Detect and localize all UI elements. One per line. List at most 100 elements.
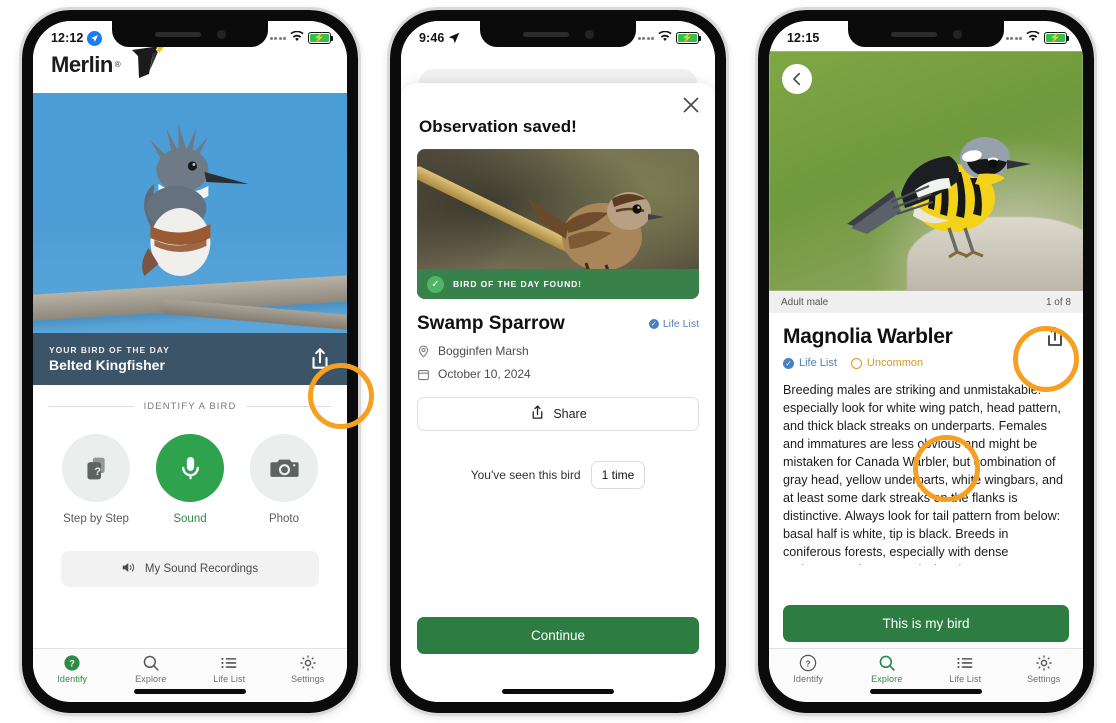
tab-life-list[interactable]: Life List [926, 649, 1005, 688]
battery-charging-icon: ⚡ [1044, 32, 1070, 44]
tab-label: Settings [1027, 673, 1061, 684]
seen-count-value[interactable]: 1 time [590, 461, 646, 489]
gear-icon [1035, 654, 1053, 672]
divider-line-left [49, 406, 134, 407]
share-label: Share [553, 407, 587, 421]
seen-count-row: You've seen this bird 1 time [417, 461, 699, 489]
close-icon[interactable] [681, 95, 701, 115]
my-sound-recordings-button[interactable]: My Sound Recordings [61, 551, 319, 587]
bird-of-the-day-banner: YOUR BIRD OF THE DAY Belted Kingfisher [33, 333, 347, 385]
tab-life-list[interactable]: Life List [190, 649, 269, 688]
microphone-icon [156, 434, 224, 502]
wifi-icon [658, 30, 672, 45]
check-circle-icon: ✓ [648, 319, 659, 329]
cellular-dots-icon [1005, 36, 1022, 40]
tab-label: Settings [291, 673, 325, 684]
search-icon [142, 654, 160, 672]
phone-3-screen: 12:15 ⚡ Adult male 1 of 8 Magnolia Warbl… [769, 21, 1083, 702]
bird-of-the-day-name: Belted Kingfisher [49, 357, 165, 373]
calendar-icon [417, 368, 430, 381]
check-circle-icon: ✓ [783, 357, 794, 369]
belted-kingfisher-illustration [114, 122, 254, 297]
my-sound-recordings-label: My Sound Recordings [144, 563, 259, 575]
notch [112, 21, 268, 47]
wifi-icon [290, 30, 304, 45]
divider-line-right [246, 406, 331, 407]
check-circle-icon: ✓ [427, 275, 444, 293]
observation-date: October 10, 2024 [438, 367, 531, 381]
tab-label: Life List [213, 673, 246, 684]
share-icon[interactable] [1043, 325, 1067, 349]
phone-1-screen: 12:12 ⚡ Merlin ® YOUR BIRD OF THE DAY Be… [33, 21, 347, 702]
gear-icon [299, 654, 317, 672]
svg-text:?: ? [94, 465, 101, 477]
search-icon [878, 654, 896, 672]
identify-section-divider: IDENTIFY A BIRD [49, 401, 331, 412]
share-button[interactable]: Share [417, 397, 699, 431]
magnolia-warbler-photo [769, 51, 1083, 291]
tab-explore[interactable]: Explore [112, 649, 191, 688]
bird-of-the-day-kicker: YOUR BIRD OF THE DAY [49, 345, 170, 355]
continue-button-wrap: Continue [417, 617, 699, 654]
list-icon [956, 654, 974, 672]
phone-2-observation-saved-screen: 9:46 ⚡ Observation saved! ✓ BIRD OF THE … [387, 7, 980, 716]
tab-explore[interactable]: Explore [848, 649, 927, 688]
observation-name-row: Swamp Sparrow ✓ Life List [417, 313, 699, 335]
photo-caption-count: 1 of 8 [1045, 296, 1071, 308]
tab-label: Explore [135, 673, 167, 684]
continue-button[interactable]: Continue [417, 617, 699, 654]
status-time: 9:46 [419, 31, 445, 45]
trademark-mark: ® [114, 60, 121, 69]
question-circle-icon: ? [799, 654, 817, 672]
tab-settings[interactable]: Settings [1005, 649, 1084, 688]
phone-2-screen: 9:46 ⚡ Observation saved! ✓ BIRD OF THE … [401, 21, 715, 702]
share-icon [529, 404, 546, 424]
life-list-badge: ✓ Life List [648, 318, 699, 330]
earpiece-speaker [522, 31, 569, 37]
tab-label: Life List [949, 673, 982, 684]
notch [848, 21, 1004, 47]
found-banner-label: BIRD OF THE DAY FOUND! [453, 279, 582, 289]
notch [480, 21, 636, 47]
identify-method-sound[interactable]: Sound [156, 434, 224, 525]
life-list-badge: ✓ Life List [783, 357, 837, 369]
brand-name: Merlin [51, 51, 113, 77]
phone-3-species-detail-screen: 12:15 ⚡ Adult male 1 of 8 Magnolia Warbl… [755, 7, 1097, 716]
battery-charging-icon: ⚡ [308, 32, 334, 44]
tab-label: Identify [57, 673, 88, 684]
tab-identify[interactable]: ? Identify [769, 649, 848, 688]
camera-icon [250, 434, 318, 502]
observed-bird-name: Swamp Sparrow [417, 313, 565, 334]
svg-text:?: ? [70, 658, 76, 668]
this-is-my-bird-wrap: This is my bird [783, 605, 1069, 642]
chevron-left-icon[interactable] [782, 64, 812, 94]
identify-method-step-by-step[interactable]: ? Step by Step [62, 434, 130, 525]
list-icon [220, 654, 238, 672]
observation-location: Bogginfen Marsh [438, 344, 529, 358]
screenshot-root: 12:12 ⚡ Merlin ® YOUR BIRD OF THE DAY Be… [0, 0, 1116, 723]
life-list-label: Life List [662, 318, 699, 330]
front-camera [584, 29, 594, 39]
tab-settings[interactable]: Settings [269, 649, 348, 688]
species-title-row: Magnolia Warbler [769, 313, 1083, 349]
identify-method-label: Photo [268, 513, 300, 525]
identify-method-photo[interactable]: Photo [250, 434, 318, 525]
status-time: 12:15 [787, 31, 820, 45]
sheet-title: Observation saved! [419, 117, 577, 136]
observation-location-row: Bogginfen Marsh [417, 344, 699, 358]
battery-charging-icon: ⚡ [676, 32, 702, 44]
earpiece-speaker [890, 31, 937, 37]
tab-label: Explore [871, 673, 903, 684]
speaker-icon [122, 561, 137, 577]
home-indicator [502, 689, 614, 694]
home-indicator [870, 689, 982, 694]
map-pin-icon [417, 345, 430, 358]
tab-identify[interactable]: ? Identify [33, 649, 112, 688]
frequency-badge: Uncommon [850, 357, 923, 369]
phone-1-identify-screen: 12:12 ⚡ Merlin ® YOUR BIRD OF THE DAY Be… [19, 7, 374, 716]
this-is-my-bird-button[interactable]: This is my bird [783, 605, 1069, 642]
location-arrow-icon [448, 32, 460, 44]
wifi-icon [1026, 30, 1040, 45]
share-icon[interactable] [307, 346, 333, 372]
frequency-icon [850, 357, 862, 369]
